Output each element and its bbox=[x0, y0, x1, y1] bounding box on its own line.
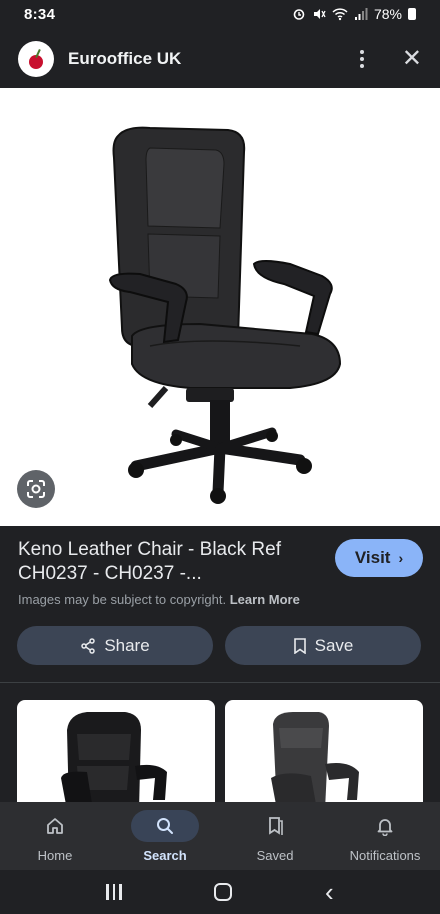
battery-percent: 78% bbox=[373, 6, 402, 22]
system-navigation: ‹ bbox=[0, 870, 440, 914]
close-icon[interactable]: ✕ bbox=[402, 47, 422, 71]
nav-notifications-label: Notifications bbox=[349, 848, 421, 863]
cherry-logo-icon[interactable] bbox=[18, 41, 54, 77]
save-label: Save bbox=[314, 635, 354, 655]
copyright-text: Images may be subject to copyright. bbox=[18, 592, 227, 607]
learn-more-link[interactable]: Learn More bbox=[230, 592, 300, 607]
share-icon bbox=[81, 637, 96, 654]
more-options-icon[interactable] bbox=[352, 48, 372, 70]
copyright-notice: Images may be subject to copyright. Lear… bbox=[18, 592, 300, 607]
nav-saved[interactable]: Saved bbox=[220, 802, 330, 870]
related-chair-image bbox=[61, 712, 167, 810]
signal-icon bbox=[354, 8, 368, 20]
divider bbox=[0, 682, 440, 683]
alarm-icon bbox=[293, 9, 305, 20]
wifi-icon bbox=[332, 8, 348, 21]
recents-icon[interactable] bbox=[106, 884, 122, 900]
lens-search-button[interactable] bbox=[17, 470, 55, 508]
save-button[interactable]: Save bbox=[225, 626, 421, 665]
chevron-right-icon: › bbox=[398, 550, 404, 566]
bottom-navigation: Home Search Saved Notifications bbox=[0, 802, 440, 870]
search-icon bbox=[157, 818, 173, 834]
status-bar: 8:34 78% bbox=[0, 0, 440, 28]
related-chair-image bbox=[271, 712, 359, 810]
product-info: Keno Leather Chair - Black Ref CH0237 - … bbox=[18, 538, 423, 586]
nav-notifications[interactable]: Notifications bbox=[330, 802, 440, 870]
lens-icon bbox=[27, 480, 45, 498]
office-chair-image bbox=[108, 126, 342, 504]
status-icons: 78% bbox=[292, 6, 416, 22]
product-image[interactable] bbox=[0, 88, 440, 526]
bell-icon bbox=[377, 819, 393, 836]
product-title[interactable]: Keno Leather Chair - Black Ref CH0237 - … bbox=[18, 538, 318, 586]
bookmark-icon bbox=[293, 637, 306, 654]
visit-label: Visit bbox=[354, 548, 391, 567]
share-label: Share bbox=[104, 635, 150, 655]
related-result[interactable] bbox=[225, 700, 423, 810]
back-icon[interactable]: ‹ bbox=[325, 879, 334, 905]
source-header: Eurooffice UK ✕ bbox=[0, 30, 440, 88]
nav-saved-label: Saved bbox=[256, 848, 294, 863]
nav-home[interactable]: Home bbox=[0, 802, 110, 870]
home-button-icon[interactable] bbox=[214, 883, 233, 901]
saved-icon bbox=[269, 817, 283, 835]
related-result[interactable] bbox=[17, 700, 215, 810]
battery-icon bbox=[408, 8, 416, 20]
nav-home-label: Home bbox=[37, 848, 73, 863]
status-time: 8:34 bbox=[24, 5, 56, 23]
nav-search[interactable]: Search bbox=[110, 802, 220, 870]
share-button[interactable]: Share bbox=[17, 626, 213, 665]
site-name[interactable]: Eurooffice UK bbox=[68, 49, 181, 69]
mute-icon bbox=[313, 9, 326, 19]
home-icon bbox=[47, 818, 63, 834]
nav-search-label: Search bbox=[143, 848, 187, 863]
visit-button[interactable]: Visit › bbox=[335, 539, 423, 577]
